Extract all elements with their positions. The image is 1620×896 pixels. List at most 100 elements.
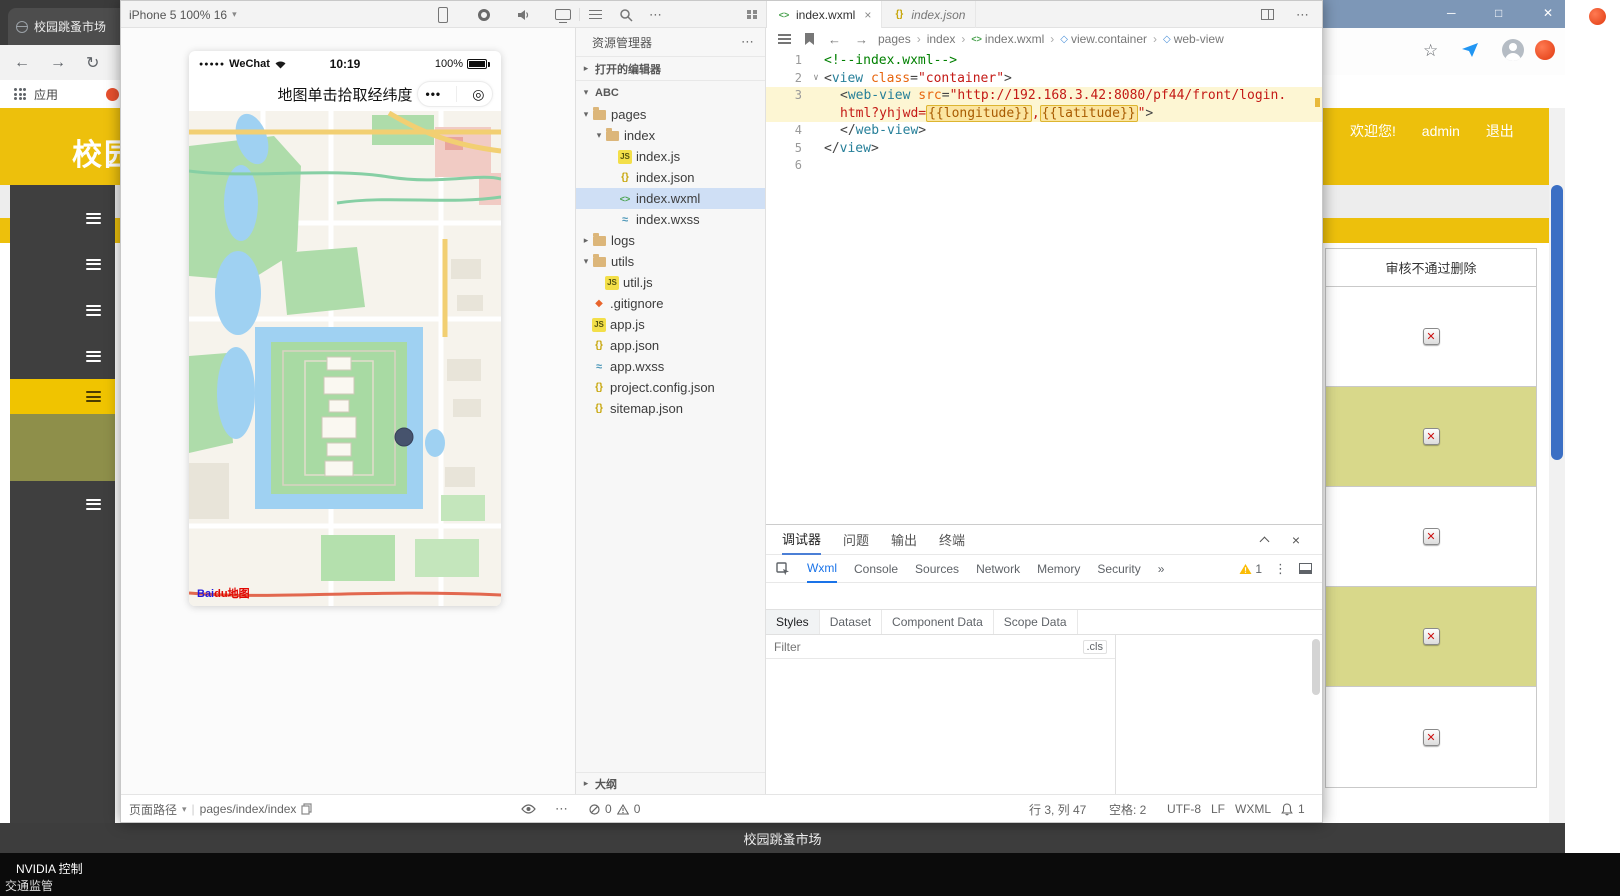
profile-avatar[interactable] bbox=[1502, 39, 1524, 61]
warning-badge[interactable]: 1 bbox=[1239, 562, 1262, 576]
bookmark-star-icon[interactable]: ☆ bbox=[1423, 41, 1438, 61]
logout-link[interactable]: 退出 bbox=[1486, 123, 1514, 139]
delete-button[interactable]: ✕ bbox=[1422, 528, 1440, 545]
taskbar-item[interactable]: 交通监管 bbox=[5, 877, 53, 894]
bookmark-icon[interactable] bbox=[805, 33, 814, 45]
map-marker[interactable] bbox=[394, 427, 414, 447]
sidebar-menu-item[interactable] bbox=[10, 241, 115, 287]
file-project.config.json[interactable]: {} project.config.json bbox=[576, 377, 765, 398]
wxml-tree-area[interactable] bbox=[766, 583, 1322, 609]
file-index[interactable]: ▾ index bbox=[576, 125, 765, 146]
file-sitemap.json[interactable]: {} sitemap.json bbox=[576, 398, 765, 419]
style-tab-Component Data[interactable]: Component Data bbox=[882, 610, 994, 634]
inspect-element-icon[interactable] bbox=[776, 561, 790, 576]
editor-more-icon[interactable]: ⋯ bbox=[1296, 1, 1310, 28]
file-.gitignore[interactable]: ◆ .gitignore bbox=[576, 293, 765, 314]
devtools-tab-Network[interactable]: Network bbox=[976, 555, 1020, 583]
style-tab-Styles[interactable]: Styles bbox=[766, 610, 820, 634]
reload-button[interactable]: ↻ bbox=[86, 53, 99, 73]
more-options-icon[interactable]: ⋯ bbox=[649, 1, 663, 28]
devtools-tab-Sources[interactable]: Sources bbox=[915, 555, 959, 583]
sidebar-menu-item[interactable] bbox=[10, 333, 115, 379]
delete-button[interactable]: ✕ bbox=[1422, 428, 1440, 445]
copy-path-icon[interactable] bbox=[301, 803, 313, 815]
file-app.js[interactable]: JS app.js bbox=[576, 314, 765, 335]
editor-tab-index.json[interactable]: {} index.json bbox=[882, 1, 977, 28]
breadcrumb-item[interactable]: ◇ view.container bbox=[1060, 32, 1147, 46]
back-button[interactable]: ← bbox=[14, 54, 30, 72]
style-tab-Dataset[interactable]: Dataset bbox=[820, 610, 883, 634]
open-editors-section[interactable]: ▸ 打开的编辑器 bbox=[576, 56, 765, 80]
sidebar-menu-item[interactable] bbox=[10, 481, 115, 527]
language-mode[interactable]: WXML bbox=[1235, 795, 1271, 823]
close-tab-icon[interactable]: × bbox=[864, 8, 871, 22]
delete-button[interactable]: ✕ bbox=[1422, 328, 1440, 345]
project-section[interactable]: ▾ ABC bbox=[576, 80, 765, 104]
sidebar-menu-item[interactable] bbox=[10, 287, 115, 333]
record-icon[interactable] bbox=[478, 1, 490, 28]
panel-tab-终端[interactable]: 终端 bbox=[939, 525, 965, 555]
bookmark-favicon[interactable] bbox=[106, 87, 120, 101]
devtools-tab-Memory[interactable]: Memory bbox=[1037, 555, 1080, 583]
panel-tab-输出[interactable]: 输出 bbox=[891, 525, 917, 555]
breadcrumb-item[interactable]: index bbox=[927, 32, 956, 46]
search-icon[interactable] bbox=[619, 1, 633, 28]
split-editor-icon[interactable] bbox=[1261, 1, 1274, 28]
breadcrumb-item[interactable]: pages bbox=[878, 32, 911, 46]
screen-cast-icon[interactable] bbox=[555, 1, 571, 28]
map-view[interactable]: Baidu地图 bbox=[189, 111, 501, 606]
tabs-overflow-icon[interactable]: » bbox=[1158, 562, 1165, 576]
browser-tab[interactable]: 校园跳蚤市场 bbox=[8, 8, 138, 45]
minimize-button[interactable]: ─ bbox=[1447, 6, 1456, 20]
cls-toggle[interactable]: .cls bbox=[1082, 639, 1107, 654]
file-index.wxml[interactable]: <> index.wxml bbox=[576, 188, 765, 209]
file-app.wxss[interactable]: ≈ app.wxss bbox=[576, 356, 765, 377]
page-scrollbar[interactable] bbox=[1549, 108, 1565, 823]
sidebar-menu-item-active[interactable] bbox=[10, 379, 115, 414]
panel-close-icon[interactable]: × bbox=[1292, 525, 1300, 555]
close-button[interactable]: ✕ bbox=[1543, 6, 1553, 20]
forward-button[interactable]: → bbox=[50, 54, 66, 72]
breadcrumb-item[interactable]: ◇ web-view bbox=[1163, 32, 1224, 46]
file-utils[interactable]: ▾ utils bbox=[576, 251, 765, 272]
code-editor[interactable]: 1 <!--index.wxml--> 2 ∨ <view class="contain… bbox=[766, 50, 1322, 524]
encoding-setting[interactable]: UTF-8 bbox=[1167, 795, 1201, 823]
outline-section[interactable]: ▸ 大纲 bbox=[576, 772, 765, 794]
page-path-label[interactable]: 页面路径 bbox=[129, 801, 177, 818]
sidebar-menu-item[interactable] bbox=[10, 195, 115, 241]
capsule-more-icon[interactable]: ••• bbox=[426, 87, 442, 101]
statusbar-more-icon[interactable]: ⋯ bbox=[555, 795, 569, 823]
console-drawer-icon[interactable] bbox=[1299, 563, 1312, 574]
apps-grid-icon[interactable] bbox=[14, 88, 26, 100]
scrollbar-thumb[interactable] bbox=[1551, 185, 1563, 460]
file-util.js[interactable]: JS util.js bbox=[576, 272, 765, 293]
panel-tab-调试器[interactable]: 调试器 bbox=[782, 525, 822, 555]
indent-setting[interactable]: 空格: 2 bbox=[1109, 795, 1146, 823]
style-filter-input[interactable] bbox=[774, 639, 1083, 654]
taskbar-item[interactable]: NVIDIA 控制 bbox=[16, 860, 83, 877]
file-index.wxss[interactable]: ≈ index.wxss bbox=[576, 209, 765, 230]
nav-forward-icon[interactable]: → bbox=[855, 32, 868, 47]
phone-debug-icon[interactable] bbox=[438, 1, 448, 28]
file-app.json[interactable]: {} app.json bbox=[576, 335, 765, 356]
delete-button[interactable]: ✕ bbox=[1422, 728, 1440, 746]
cursor-position[interactable]: 行 3, 列 47 bbox=[1029, 795, 1086, 823]
delete-button[interactable]: ✕ bbox=[1422, 628, 1440, 645]
devtools-tab-Wxml[interactable]: Wxml bbox=[807, 555, 837, 583]
apps-label[interactable]: 应用 bbox=[34, 86, 58, 103]
devtools-menu-icon[interactable]: ⋮ bbox=[1274, 561, 1287, 577]
pane-scrollbar[interactable] bbox=[1312, 639, 1320, 695]
sidebar-submenu-selected[interactable] bbox=[10, 414, 115, 481]
file-logs[interactable]: ▸ logs bbox=[576, 230, 765, 251]
capsule-home-icon[interactable]: ◎ bbox=[472, 86, 484, 103]
style-tab-Scope Data[interactable]: Scope Data bbox=[994, 610, 1078, 634]
file-index.js[interactable]: JS index.js bbox=[576, 146, 765, 167]
corner-app-icon[interactable] bbox=[1589, 8, 1606, 25]
file-pages[interactable]: ▾ pages bbox=[576, 104, 765, 125]
browser-menu-icon[interactable] bbox=[1535, 40, 1555, 60]
outline-list-icon[interactable] bbox=[778, 32, 791, 47]
visibility-eye-icon[interactable] bbox=[521, 804, 536, 814]
nav-back-icon[interactable]: ← bbox=[828, 32, 841, 47]
bell-icon[interactable] bbox=[1281, 802, 1293, 816]
devtools-tab-Console[interactable]: Console bbox=[854, 555, 898, 583]
